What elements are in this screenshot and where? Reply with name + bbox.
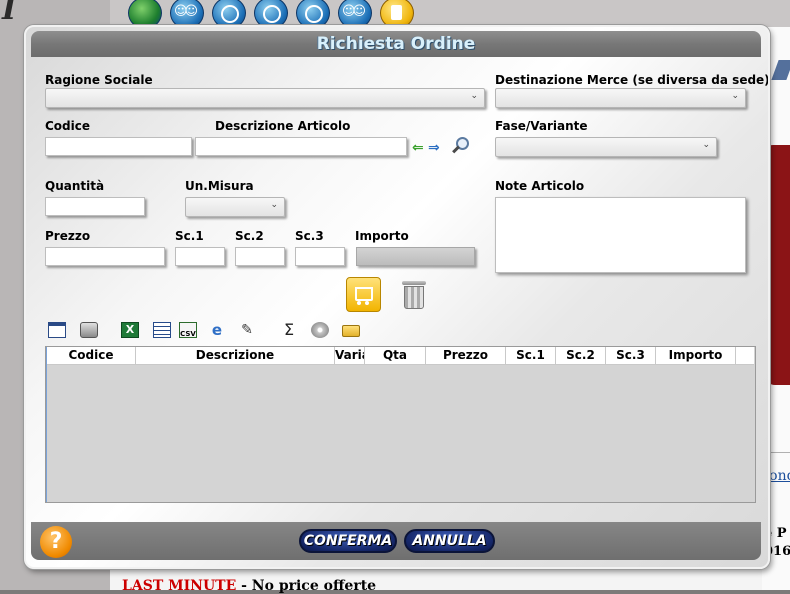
column-header-qta[interactable]: Qta xyxy=(365,347,426,364)
folder-icon[interactable] xyxy=(342,325,360,337)
arrow-right-icon: ⇒ xyxy=(428,140,440,156)
edit-icon[interactable]: ✎ xyxy=(238,322,256,338)
cancel-button[interactable]: ANNULLA xyxy=(404,529,495,553)
csv-icon[interactable]: CSV xyxy=(179,322,197,338)
background-bottom-text: LAST MINUTE - No price offerte xyxy=(122,578,376,594)
chevron-down-icon: ⌄ xyxy=(702,140,710,150)
order-lines-grid[interactable]: Codice Descrizione Varia Qta Prezzo Sc.1… xyxy=(45,346,756,503)
column-header-importo[interactable]: Importo xyxy=(656,347,736,364)
arrow-left-icon: ⇐ xyxy=(412,140,424,156)
unita-misura-label: Un.Misura xyxy=(185,179,254,193)
dialog-title: Richiesta Ordine xyxy=(316,34,476,54)
dialog-titlebar[interactable]: Richiesta Ordine xyxy=(31,31,761,57)
sum-icon[interactable]: Σ xyxy=(280,322,298,338)
trash-icon xyxy=(404,286,424,309)
column-header-descrizione[interactable]: Descrizione xyxy=(136,347,335,364)
order-request-dialog: Richiesta Ordine Ragione Sociale ⌄ Desti… xyxy=(24,25,770,569)
add-to-cart-button[interactable] xyxy=(346,277,381,312)
trash-lid xyxy=(402,281,426,285)
bottom-text-rest: - No price offerte xyxy=(236,578,377,594)
importo-field xyxy=(356,247,475,266)
chevron-down-icon: ⌄ xyxy=(470,91,478,101)
column-header-codice[interactable]: Codice xyxy=(47,347,136,364)
confirm-button[interactable]: CONFERMA xyxy=(299,529,397,553)
codice-input[interactable] xyxy=(45,137,192,156)
descrizione-input[interactable] xyxy=(195,137,407,156)
sconto2-input[interactable] xyxy=(235,247,285,266)
search-handle xyxy=(452,145,460,154)
codice-label: Codice xyxy=(45,119,91,133)
dialog-footer: ? CONFERMA ANNULLA xyxy=(31,522,761,560)
sconto1-input[interactable] xyxy=(175,247,225,266)
quantita-input[interactable] xyxy=(45,197,145,216)
chevron-down-icon: ⌄ xyxy=(270,200,278,210)
chevron-down-icon: ⌄ xyxy=(731,91,739,101)
destinazione-select[interactable]: ⌄ xyxy=(495,88,746,108)
fase-variante-select[interactable]: ⌄ xyxy=(495,137,717,157)
background-logo: I xyxy=(2,0,17,27)
ragione-sociale-label: Ragione Sociale xyxy=(45,73,153,87)
search-icon[interactable] xyxy=(451,137,469,155)
help-button[interactable]: ? xyxy=(40,526,72,558)
descrizione-label: Descrizione Articolo xyxy=(215,119,351,133)
column-header-variante[interactable]: Varia xyxy=(335,347,365,364)
delete-button[interactable] xyxy=(402,281,426,309)
unita-misura-select[interactable]: ⌄ xyxy=(185,197,285,217)
window-icon[interactable] xyxy=(48,322,66,338)
quantita-label: Quantità xyxy=(45,179,105,193)
column-header-sc3[interactable]: Sc.3 xyxy=(606,347,656,364)
excel-icon[interactable]: X xyxy=(121,322,139,338)
column-header-sc1[interactable]: Sc.1 xyxy=(506,347,556,364)
table-icon[interactable] xyxy=(153,322,171,338)
sconto3-label: Sc.3 xyxy=(295,229,324,243)
sconto3-input[interactable] xyxy=(295,247,345,266)
prezzo-input[interactable] xyxy=(45,247,165,266)
note-articolo-label: Note Articolo xyxy=(495,179,585,193)
column-header-prezzo[interactable]: Prezzo xyxy=(426,347,506,364)
fase-variante-label: Fase/Variante xyxy=(495,119,588,133)
grid-header: Codice Descrizione Varia Qta Prezzo Sc.1… xyxy=(47,347,754,365)
prezzo-label: Prezzo xyxy=(45,229,91,243)
grid-border xyxy=(46,347,47,502)
importo-label: Importo xyxy=(355,229,409,243)
ragione-sociale-select[interactable]: ⌄ xyxy=(45,88,485,108)
print-icon[interactable] xyxy=(80,322,98,338)
browser-icon[interactable]: e xyxy=(208,322,226,338)
last-minute-label: LAST MINUTE xyxy=(122,578,237,594)
disk-icon[interactable] xyxy=(311,322,329,338)
lookup-arrows-icon[interactable]: ⇐ ⇒ xyxy=(412,140,452,156)
note-articolo-textarea[interactable] xyxy=(495,197,746,273)
column-header-extra xyxy=(736,347,754,364)
sconto1-label: Sc.1 xyxy=(175,229,204,243)
sconto2-label: Sc.2 xyxy=(235,229,264,243)
column-header-sc2[interactable]: Sc.2 xyxy=(556,347,606,364)
destinazione-label: Destinazione Merce (se diversa da sede) xyxy=(495,73,770,87)
